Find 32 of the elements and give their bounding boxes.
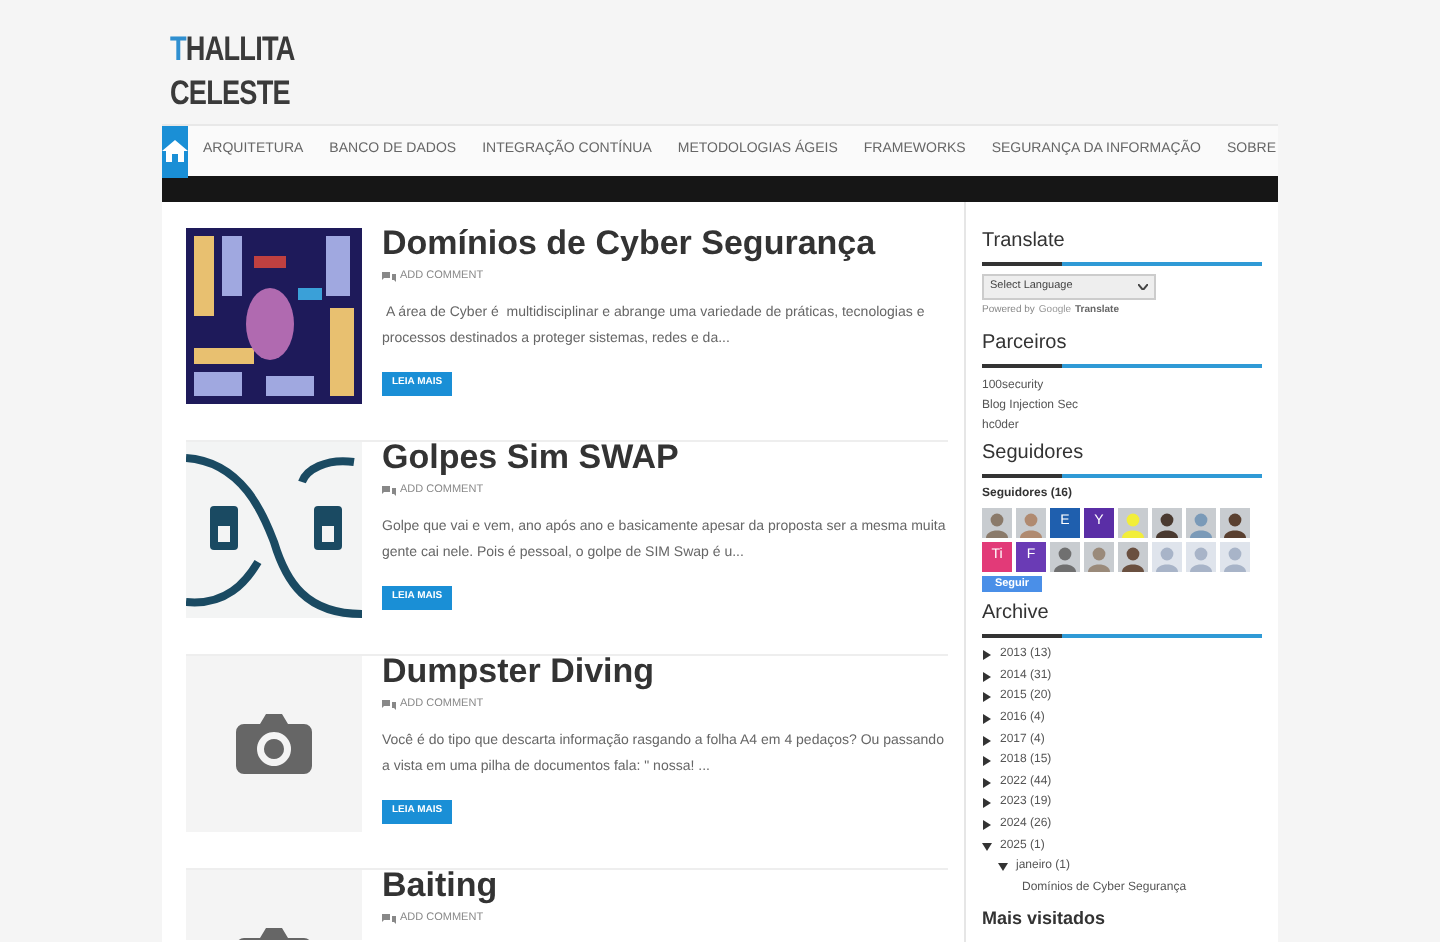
expand-icon[interactable] (982, 650, 992, 661)
expand-icon[interactable] (982, 820, 992, 831)
expand-icon[interactable] (982, 735, 992, 746)
expand-icon[interactable] (982, 714, 992, 725)
camera-icon (236, 714, 312, 774)
widget-title: Parceiros (982, 329, 1069, 357)
post-title[interactable]: Golpes Sim SWAP (382, 438, 948, 478)
site-logo[interactable]: THALLITA CELESTE (170, 28, 295, 116)
expand-icon[interactable] (982, 798, 992, 809)
expand-icon[interactable] (982, 777, 992, 788)
comment-icon (382, 271, 396, 282)
widget-title: Translate (982, 228, 1067, 256)
expand-icon[interactable] (982, 692, 992, 703)
post-title[interactable]: Baiting (382, 866, 948, 906)
avatar[interactable] (1050, 541, 1080, 571)
avatar[interactable] (1220, 507, 1250, 537)
expand-icon[interactable] (982, 756, 992, 767)
widget-title: Archive (982, 599, 1051, 627)
expand-icon[interactable] (982, 671, 992, 682)
home-button[interactable] (162, 125, 188, 177)
collapse-icon[interactable] (982, 841, 992, 852)
widget-title: Seguidores (982, 439, 1086, 467)
chevron-down-icon (1138, 284, 1148, 290)
comment-icon (382, 913, 396, 924)
collapse-icon[interactable] (998, 862, 1008, 873)
widget-title: Mais visitados (982, 905, 1108, 932)
avatar[interactable] (1152, 507, 1182, 537)
comment-icon (382, 485, 396, 496)
avatar[interactable] (1118, 541, 1148, 571)
post-title[interactable]: Domínios de Cyber Segurança (382, 224, 948, 264)
post-title[interactable]: Dumpster Diving (382, 652, 948, 692)
comment-icon (382, 699, 396, 710)
